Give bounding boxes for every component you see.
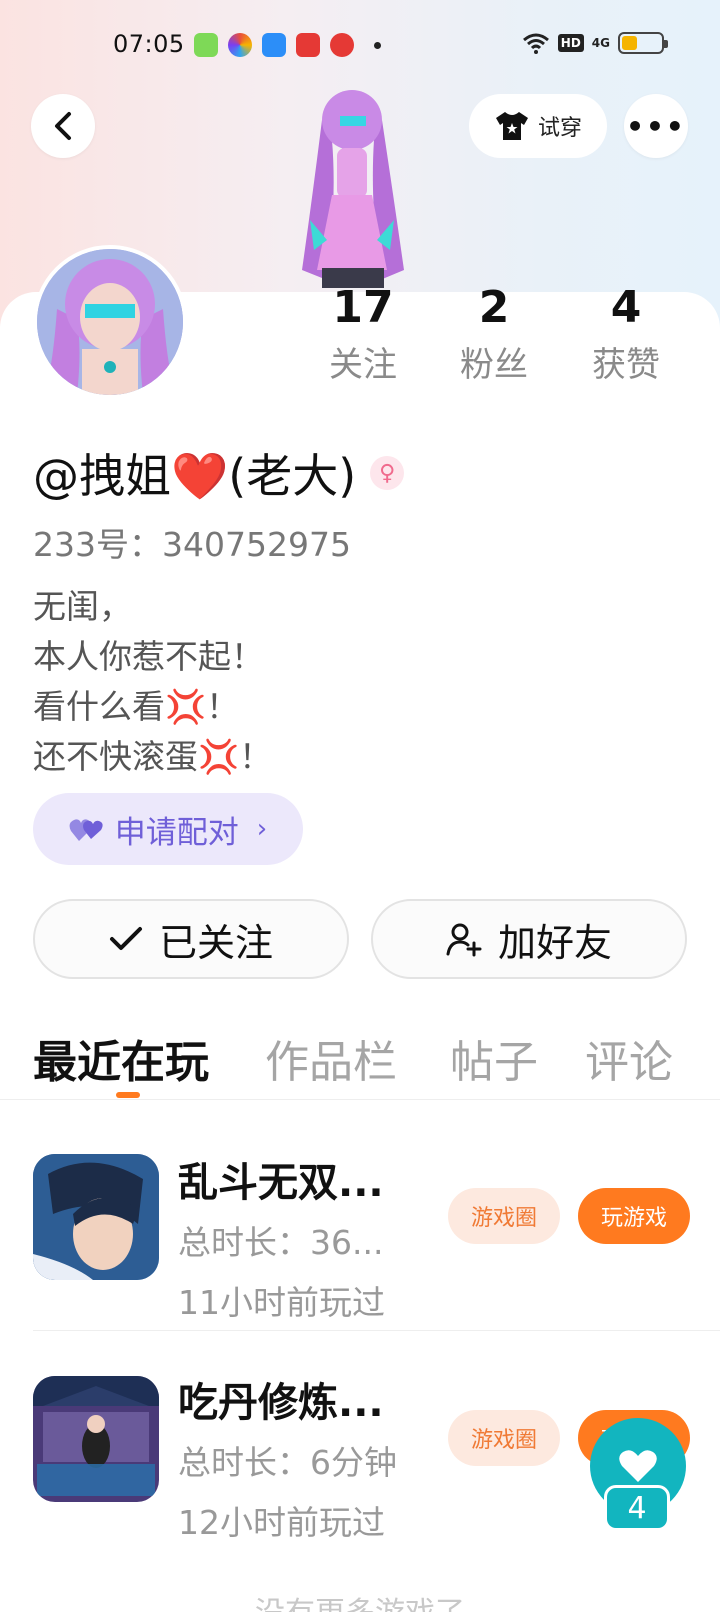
game-title[interactable]: 乱斗无双... xyxy=(178,1150,384,1208)
bio: 无闺， 本人你惹不起！ 看什么看💢！ 还不快滚蛋💢！ xyxy=(33,582,272,782)
fans-label: 粉丝 xyxy=(460,345,528,385)
game-circle-button[interactable]: 游戏圈 xyxy=(448,1410,560,1466)
back-button[interactable] xyxy=(31,94,95,158)
hd-icon: HD xyxy=(557,34,584,52)
wifi-icon xyxy=(522,33,549,54)
like-count-badge: 4 xyxy=(604,1485,670,1531)
request-pair-button[interactable]: 申请配对 › xyxy=(33,793,303,865)
likes-label: 获赞 xyxy=(592,345,660,385)
signal-icon: 4G xyxy=(591,36,610,50)
game-icon[interactable] xyxy=(33,1154,159,1280)
game-last-played: 11小时前玩过 xyxy=(178,1283,385,1322)
bio-line: 还不快滚蛋💢！ xyxy=(33,737,273,776)
game-total-duration: 总时长：36... xyxy=(178,1223,384,1262)
tab-comments[interactable]: 评论 xyxy=(585,1026,673,1090)
game-circle-button[interactable]: 游戏圈 xyxy=(448,1188,560,1244)
tab-recently-played[interactable]: 最近在玩 xyxy=(33,1026,209,1090)
username: @拽姐❤️(老大) xyxy=(33,449,357,503)
female-gender-icon: ♀ xyxy=(370,456,405,490)
avatar[interactable] xyxy=(33,245,187,399)
app-notification-icon xyxy=(262,33,286,57)
chevron-left-icon xyxy=(55,112,71,140)
username-row: @拽姐❤️(老大) ♀ xyxy=(33,440,405,506)
bio-line: 无闺， xyxy=(33,587,132,626)
app-notification-icon xyxy=(330,33,354,57)
add-friend-label: 加好友 xyxy=(497,920,612,965)
status-bar: 07:05 HD 4G xyxy=(0,0,720,90)
user-id: 233号：340752975 xyxy=(33,525,351,564)
chevron-right-icon: › xyxy=(256,814,268,844)
tab-posts[interactable]: 帖子 xyxy=(450,1026,538,1090)
app-notification-icon xyxy=(296,33,320,57)
game-title[interactable]: 吃丹修炼... xyxy=(178,1370,384,1428)
battery-icon xyxy=(618,32,668,54)
app-notification-icon xyxy=(228,33,252,57)
fans-count: 2 xyxy=(478,282,510,333)
game-cover-image xyxy=(33,1154,159,1280)
more-options-button[interactable]: ••• xyxy=(624,94,688,158)
stat-likes: 4 获赞 xyxy=(566,280,686,388)
bio-line: 本人你惹不起！ xyxy=(33,637,264,676)
profile-tabs: 最近在玩 作品栏 帖子 评论 xyxy=(0,1020,720,1100)
request-pair-label: 申请配对 xyxy=(114,814,239,851)
likes-count: 4 xyxy=(610,282,642,333)
bio-line: 看什么看💢！ xyxy=(33,687,240,726)
shirt-icon xyxy=(495,112,528,140)
stat-fans[interactable]: 2 粉丝 xyxy=(434,280,554,388)
heart-icon xyxy=(619,1450,657,1482)
list-item: 乱斗无双... 总时长：36... 11小时前玩过 游戏圈 玩游戏 xyxy=(0,1110,720,1330)
game-cover-image xyxy=(33,1376,159,1502)
active-tab-indicator xyxy=(116,1092,140,1098)
system-icons: HD 4G xyxy=(522,32,668,54)
app-notification-icon xyxy=(194,33,218,57)
play-game-button[interactable]: 玩游戏 xyxy=(578,1188,690,1244)
tab-works[interactable]: 作品栏 xyxy=(265,1026,397,1090)
notification-icons xyxy=(194,33,381,57)
more-notifications-dot xyxy=(374,41,381,49)
following-count: 17 xyxy=(332,282,394,333)
game-total-duration: 总时长：6分钟 xyxy=(178,1443,397,1482)
avatar-image xyxy=(37,249,183,395)
following-button-label: 已关注 xyxy=(158,920,273,965)
no-more-games-hint: 没有更多游戏了 xyxy=(0,1588,720,1612)
try-on-button[interactable]: 试穿 xyxy=(469,94,607,158)
add-user-icon xyxy=(446,923,482,957)
hearts-icon xyxy=(69,819,103,841)
check-icon xyxy=(109,927,142,950)
game-icon[interactable] xyxy=(33,1376,159,1502)
avatar-figure-image xyxy=(302,90,404,288)
more-icon: ••• xyxy=(626,109,686,143)
try-on-label: 试穿 xyxy=(537,116,582,141)
stat-following[interactable]: 17 关注 xyxy=(303,280,423,388)
status-time: 07:05 xyxy=(113,30,185,58)
add-friend-button[interactable]: 加好友 xyxy=(371,899,687,979)
game-last-played: 12小时前玩过 xyxy=(178,1503,385,1542)
following-button[interactable]: 已关注 xyxy=(33,899,349,979)
following-label: 关注 xyxy=(329,345,397,385)
